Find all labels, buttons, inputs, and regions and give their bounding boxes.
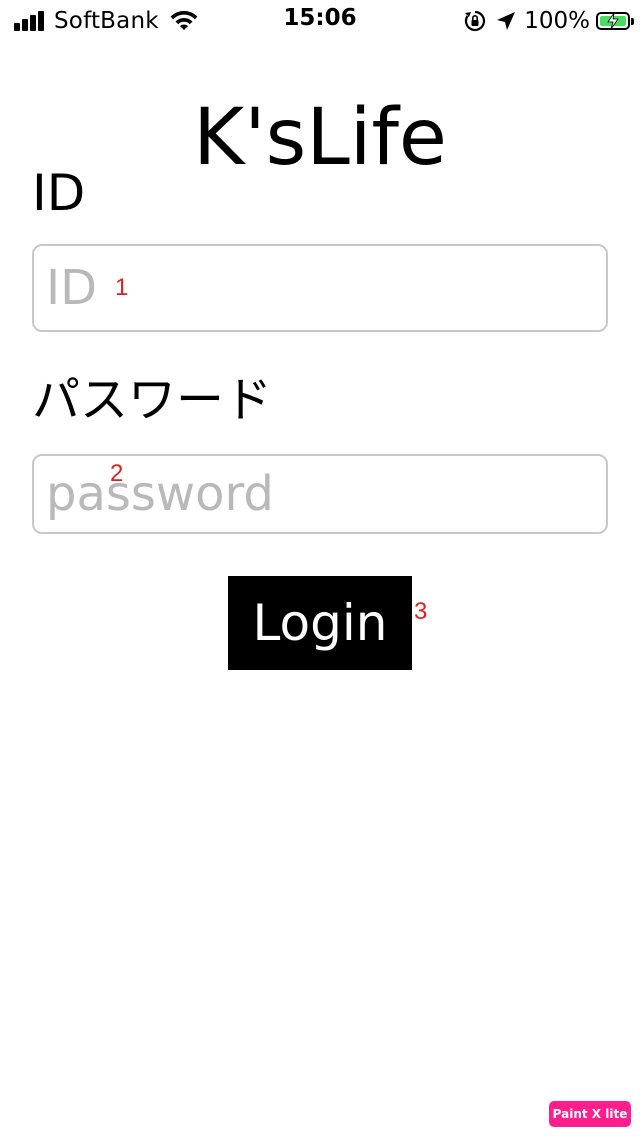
- location-arrow-icon: [497, 12, 516, 30]
- login-screen: SoftBank 15:06 100% K'sLife ID ID パスワード …: [0, 0, 640, 1136]
- password-label: パスワード: [32, 372, 273, 428]
- battery-nub: [631, 18, 634, 25]
- annotation-marker-3: 3: [414, 598, 428, 625]
- status-right: 100%: [464, 6, 634, 36]
- battery-icon: [596, 12, 634, 30]
- paint-x-lite-watermark: Paint X lite: [549, 1101, 631, 1127]
- annotation-marker-2: 2: [110, 460, 124, 487]
- app-title: K'sLife: [193, 93, 447, 183]
- annotation-marker-1: 1: [115, 274, 129, 301]
- charging-bolt-icon: [607, 13, 619, 29]
- status-bar: SoftBank 15:06 100%: [0, 0, 640, 40]
- battery-percent: 100%: [524, 8, 590, 34]
- login-button[interactable]: Login: [228, 576, 412, 670]
- id-label: ID: [32, 164, 86, 222]
- orientation-lock-icon: [465, 10, 486, 32]
